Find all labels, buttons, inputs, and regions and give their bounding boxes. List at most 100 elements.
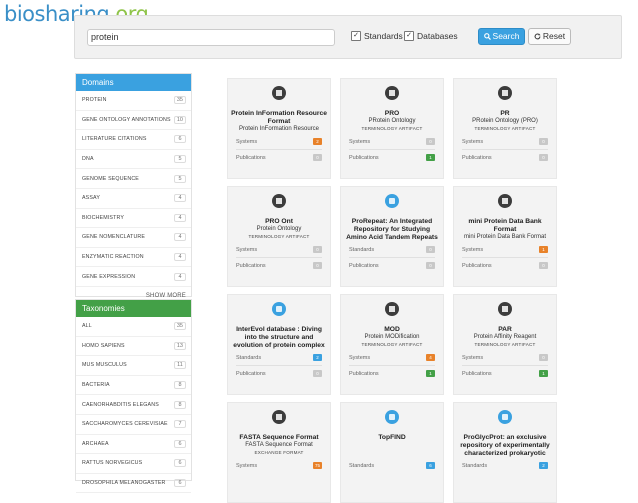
taxonomy-item-label: ARCHAEA <box>82 440 109 447</box>
resource-card[interactable]: Protein InFormation Resource Format Prote… <box>227 78 331 179</box>
card-stat-publications: Publications 1 <box>349 368 435 379</box>
domains-panel: Domains PROTEIN 35 GENE ONTOLOGY ANNOTATIO… <box>75 73 192 299</box>
card-stat-systems: Systems 2 <box>236 136 322 147</box>
domains-heading: Domains <box>76 74 191 91</box>
domain-item[interactable]: LITERATURE CITATIONS 6 <box>76 130 191 150</box>
domain-item[interactable]: GENE NOMENCLATURE 4 <box>76 228 191 248</box>
taxonomy-item[interactable]: ARCHAEA 6 <box>76 435 191 455</box>
card-title[interactable]: TopFIND <box>344 434 440 442</box>
resource-card[interactable]: InterEvol database : Diving into the str… <box>227 294 331 395</box>
domain-item[interactable]: ENZYMATIC REACTION 4 <box>76 248 191 268</box>
databases-checkbox[interactable]: ✓ Databases <box>404 31 458 41</box>
standard-icon <box>272 410 286 424</box>
card-title[interactable]: PR <box>457 110 553 118</box>
card-stat-standards: Standards 6 <box>349 460 435 471</box>
resource-card[interactable]: PRO PRotein Ontology TERMINOLOGY ARTIFACT S… <box>340 78 444 179</box>
taxonomy-item[interactable]: CAENORHABDITIS ELEGANS 8 <box>76 395 191 415</box>
card-subtitle: Protein Affinity Reagent <box>473 334 537 340</box>
taxonomy-item[interactable]: SACCHAROMYCES CEREVISIAE 7 <box>76 415 191 435</box>
card-title[interactable]: Protein InFormation Resource Format <box>231 110 327 126</box>
card-type: TERMINOLOGY ARTIFACT <box>474 342 536 347</box>
database-icon <box>385 194 399 208</box>
standard-icon <box>272 86 286 100</box>
taxonomy-item-count: 6 <box>174 439 186 448</box>
resource-card[interactable]: MOD Protein MODification TERMINOLOGY ARTIF… <box>340 294 444 395</box>
taxonomy-item-count: 6 <box>174 479 186 488</box>
taxonomy-item[interactable]: ALL 35 <box>76 317 191 337</box>
stat-label: Publications <box>236 262 266 269</box>
search-input[interactable] <box>87 29 335 46</box>
stat-badge: 2 <box>313 138 322 145</box>
card-subtitle: PRotein Ontology (PRO) <box>472 118 538 124</box>
domain-item[interactable]: GENOME SEQUENCE 5 <box>76 169 191 189</box>
show-more-link[interactable]: SHOW MORE <box>76 287 191 299</box>
card-stat-standards: Standards 2 <box>462 460 548 471</box>
card-type: TERMINOLOGY ARTIFACT <box>474 126 536 131</box>
resource-card[interactable]: FASTA Sequence Format FASTA Sequence Form… <box>227 402 331 503</box>
card-stat-publications: Publications 0 <box>236 260 322 271</box>
resource-card[interactable]: PR PRotein Ontology (PRO) TERMINOLOGY ARTI… <box>453 78 557 179</box>
card-title[interactable]: ProRepeat: An Integrated Repository for … <box>344 218 440 242</box>
taxonomy-item-count: 6 <box>174 459 186 468</box>
stat-divider <box>236 365 322 366</box>
taxonomy-item-count: 8 <box>174 381 186 390</box>
card-stat-publications: Publications 0 <box>462 152 548 163</box>
stat-badge: 1 <box>539 246 548 253</box>
checkbox-icon: ✓ <box>351 31 361 41</box>
database-icon <box>385 410 399 424</box>
stat-label: Systems <box>462 354 484 361</box>
card-title[interactable]: ProGlycProt: an exclusive repository of … <box>457 434 553 458</box>
resource-card[interactable]: PAR Protein Affinity Reagent TERMINOLOGY A… <box>453 294 557 395</box>
domain-item[interactable]: GENE ONTOLOGY ANNOTATIONS 10 <box>76 111 191 131</box>
taxonomy-item-count: 11 <box>174 361 186 370</box>
card-title[interactable]: mini Protein Data Bank Format <box>457 218 553 234</box>
reset-button[interactable]: Reset <box>528 28 571 45</box>
card-stat-systems: Systems 0 <box>462 136 548 147</box>
resource-card[interactable]: TopFIND Standards 6 <box>340 402 444 503</box>
domain-item-label: DNA <box>82 156 94 163</box>
stat-badge: 0 <box>426 138 435 145</box>
stat-badge: 75 <box>313 462 322 469</box>
card-stat-publications: Publications 0 <box>462 260 548 271</box>
resource-card[interactable]: PRO Ont Protein Ontology TERMINOLOGY ARTIF… <box>227 186 331 287</box>
card-title[interactable]: InterEvol database : Diving into the str… <box>231 326 327 350</box>
domain-item[interactable]: PROTEIN 35 <box>76 91 191 111</box>
resource-card[interactable]: ProGlycProt: an exclusive repository of … <box>453 402 557 503</box>
stat-label: Standards <box>236 354 262 361</box>
domain-item[interactable]: BIOCHEMISTRY 4 <box>76 209 191 229</box>
domain-item[interactable]: GENE EXPRESSION 4 <box>76 267 191 287</box>
domain-item[interactable]: DNA 5 <box>76 150 191 170</box>
taxonomy-item-label: SACCHAROMYCES CEREVISIAE <box>82 421 168 428</box>
stat-badge: 6 <box>426 462 435 469</box>
stat-badge: 2 <box>539 462 548 469</box>
domain-item-label: GENE EXPRESSION <box>82 273 136 280</box>
stat-divider <box>349 257 435 258</box>
card-stat-systems: Systems 4 <box>349 352 435 363</box>
domain-item[interactable]: ASSAY 4 <box>76 189 191 209</box>
taxonomy-item[interactable]: HOMO SAPIENS 13 <box>76 337 191 357</box>
card-title[interactable]: FASTA Sequence Format <box>231 434 327 442</box>
card-title[interactable]: MOD <box>344 326 440 334</box>
standards-checkbox[interactable]: ✓ Standards <box>351 31 403 41</box>
taxonomy-item[interactable]: MUS MUSCULUS 11 <box>76 356 191 376</box>
taxonomy-item[interactable]: DROSOPHILA MELANOGASTER 6 <box>76 474 191 494</box>
stat-badge: 1 <box>426 154 435 161</box>
taxonomy-item[interactable]: BACTERIA 8 <box>76 376 191 396</box>
taxonomy-item-count: 13 <box>173 341 186 350</box>
resource-card[interactable]: mini Protein Data Bank Format mini Protei… <box>453 186 557 287</box>
standard-icon <box>498 302 512 316</box>
resource-card[interactable]: ProRepeat: An Integrated Repository for … <box>340 186 444 287</box>
stat-badge: 1 <box>539 370 548 377</box>
card-title[interactable]: PRO <box>344 110 440 118</box>
domain-item-count: 4 <box>174 272 186 281</box>
card-stat-publications: Publications 1 <box>349 152 435 163</box>
card-title[interactable]: PRO Ont <box>231 218 327 226</box>
taxonomy-item[interactable]: RATTUS NORVEGICUS 6 <box>76 454 191 474</box>
card-title[interactable]: PAR <box>457 326 553 334</box>
stat-badge: 0 <box>313 246 322 253</box>
domain-item-label: GENOME SEQUENCE <box>82 175 139 182</box>
search-button[interactable]: Search <box>478 28 525 45</box>
stat-label: Systems <box>349 138 371 145</box>
standard-icon <box>272 194 286 208</box>
stat-badge: 0 <box>313 262 322 269</box>
